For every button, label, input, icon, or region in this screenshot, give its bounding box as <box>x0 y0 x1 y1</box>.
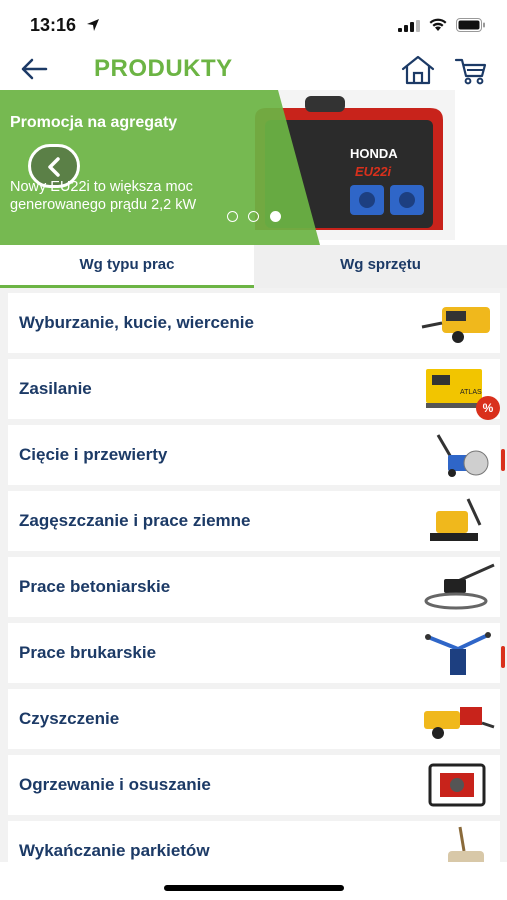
promo-badge: % <box>476 396 500 420</box>
air-compressor-icon <box>421 307 490 343</box>
plate-compactor-icon <box>430 498 482 541</box>
paving-clamp-icon <box>425 632 491 675</box>
scroll-marker <box>501 646 505 668</box>
page-title: PRODUKTY <box>94 55 233 82</box>
status-bar: 13:16 <box>0 0 507 50</box>
app-header: PRODUKTY <box>0 50 507 90</box>
home-icon[interactable] <box>400 54 436 86</box>
category-list: Wyburzanie, kucie, wiercenie Zasilanie A… <box>0 288 507 862</box>
svg-text:ATLAS: ATLAS <box>460 389 482 396</box>
water-pump-icon <box>428 763 486 807</box>
cellular-signal-icon <box>398 20 420 32</box>
list-item[interactable]: Ogrzewanie i osuszanie <box>8 755 500 815</box>
carousel-dot-active[interactable] <box>269 211 281 222</box>
tab-by-equipment[interactable]: Wg sprzętu <box>254 245 507 288</box>
list-item[interactable]: Prace betoniarskie <box>8 557 500 617</box>
list-item[interactable]: Cięcie i przewierty <box>8 425 500 485</box>
category-label: Prace betoniarskie <box>19 577 171 596</box>
list-item[interactable]: Prace brukarskie <box>8 623 500 683</box>
category-label: Czyszczenie <box>19 709 120 728</box>
list-item[interactable]: Wykańczanie parkietów <box>8 821 500 862</box>
shopping-cart-icon[interactable] <box>454 56 488 86</box>
chevron-left-icon <box>48 157 60 177</box>
home-indicator[interactable] <box>164 885 344 891</box>
category-label: Prace brukarskie <box>19 643 157 662</box>
promo-banner[interactable]: HONDA EU22i Promocja na agregaty Nowy EU… <box>0 90 507 245</box>
category-label: Zasilanie <box>19 379 92 398</box>
carousel-dots <box>227 209 287 227</box>
list-item[interactable]: Wyburzanie, kucie, wiercenie <box>8 293 500 353</box>
carousel-dot[interactable] <box>248 211 260 222</box>
status-time: 13:16 <box>30 15 77 35</box>
carousel-dot[interactable] <box>227 211 238 222</box>
wifi-icon <box>429 18 447 31</box>
power-trowel-icon <box>424 563 495 610</box>
category-label: Ogrzewanie i osuszanie <box>19 775 211 794</box>
battery-icon <box>456 18 485 32</box>
back-arrow-icon[interactable] <box>18 56 50 82</box>
list-item[interactable]: Zasilanie ATLAS % <box>8 359 500 420</box>
scroll-marker <box>501 449 505 471</box>
location-arrow-icon <box>87 19 99 31</box>
floor-sander-icon <box>448 826 484 862</box>
tab-by-work-type[interactable]: Wg typu prac <box>0 245 254 288</box>
banner-title: Promocja na agregaty <box>10 114 178 131</box>
category-label: Wyburzanie, kucie, wiercenie <box>19 313 254 332</box>
bottom-safe-area <box>0 862 507 900</box>
list-item[interactable]: Zagęszczanie i prace ziemne <box>8 491 500 551</box>
category-tabs: Wg typu prac Wg sprzętu <box>0 245 507 288</box>
pressure-washer-trailer-icon <box>424 707 495 739</box>
category-label: Cięcie i przewierty <box>19 445 168 464</box>
category-label: Wykańczanie parkietów <box>19 841 210 860</box>
category-label: Zagęszczanie i prace ziemne <box>19 511 251 530</box>
list-item[interactable]: Czyszczenie <box>8 689 500 749</box>
floor-saw-icon <box>436 434 489 477</box>
